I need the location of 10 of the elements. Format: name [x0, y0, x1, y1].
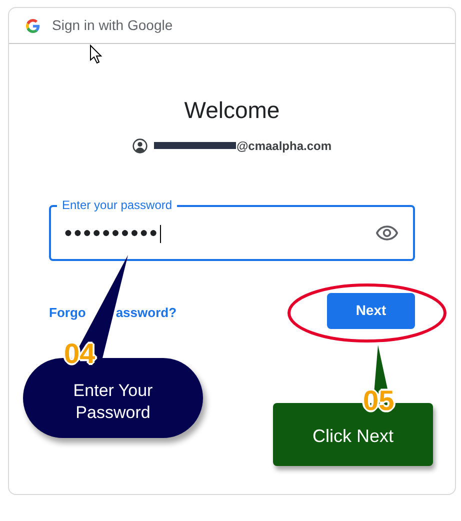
- account-icon: [132, 138, 148, 154]
- account-email: @cmaalpha.com: [236, 138, 332, 155]
- field-label: Enter your password: [57, 198, 178, 212]
- next-button[interactable]: Next: [327, 292, 415, 329]
- forgot-password-link[interactable]: Forgo assword?: [49, 302, 177, 322]
- mouse-cursor-icon: [90, 44, 102, 64]
- show-password-icon[interactable]: [376, 224, 398, 241]
- header-title: Sign in with Google: [52, 16, 173, 35]
- google-logo-icon: [26, 18, 40, 32]
- welcome-heading: Welcome: [184, 96, 280, 125]
